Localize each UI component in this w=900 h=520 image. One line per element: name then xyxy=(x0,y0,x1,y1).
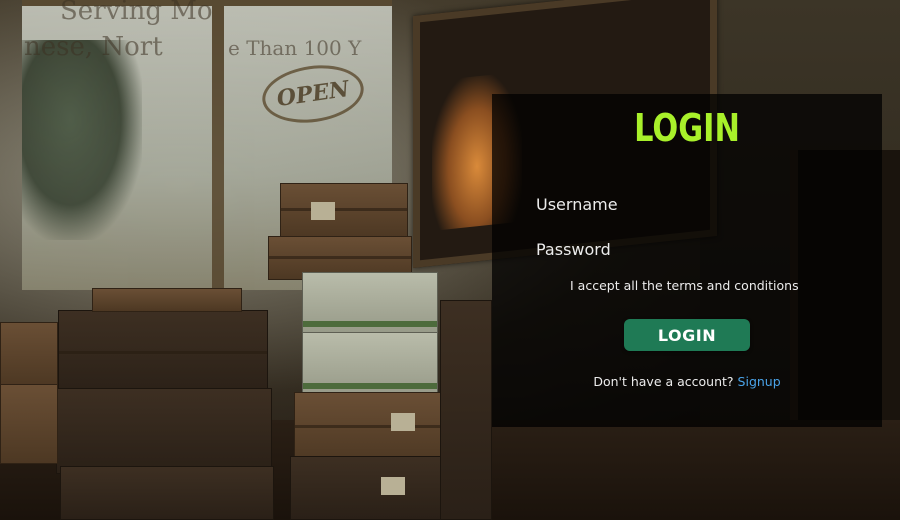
login-button[interactable]: LOGIN xyxy=(624,319,750,351)
window-mullion xyxy=(212,0,224,290)
cardboard-box xyxy=(58,310,268,400)
signup-row: Don't have a account? Signup xyxy=(492,374,882,389)
window-trees xyxy=(22,40,142,240)
window-lettering: e Than 100 Y xyxy=(228,36,362,60)
cardboard-box xyxy=(0,322,58,386)
window-lettering: nese, Nort xyxy=(24,32,163,62)
username-input[interactable] xyxy=(536,215,836,237)
supply-box xyxy=(302,332,438,396)
login-title: LOGIN xyxy=(634,106,740,150)
no-account-text: Don't have a account? xyxy=(593,374,734,389)
cardboard-box xyxy=(294,392,456,464)
terms-checkbox[interactable] xyxy=(552,280,564,292)
login-panel: LOGIN Username Password I accept all the… xyxy=(492,94,882,427)
cardboard-box xyxy=(60,466,274,520)
cardboard-box xyxy=(0,384,58,464)
cardboard-box xyxy=(92,288,242,312)
window-lettering: Serving Mo xyxy=(60,0,213,26)
cardboard-box xyxy=(440,300,492,520)
signup-link[interactable]: Signup xyxy=(738,374,781,389)
terms-label: I accept all the terms and conditions xyxy=(570,278,799,293)
cardboard-box xyxy=(56,388,272,474)
supply-box xyxy=(302,272,438,334)
username-label: Username xyxy=(536,195,618,214)
cardboard-box xyxy=(290,456,458,520)
password-label: Password xyxy=(536,240,611,259)
cardboard-box xyxy=(280,183,408,238)
terms-row: I accept all the terms and conditions xyxy=(552,278,799,293)
